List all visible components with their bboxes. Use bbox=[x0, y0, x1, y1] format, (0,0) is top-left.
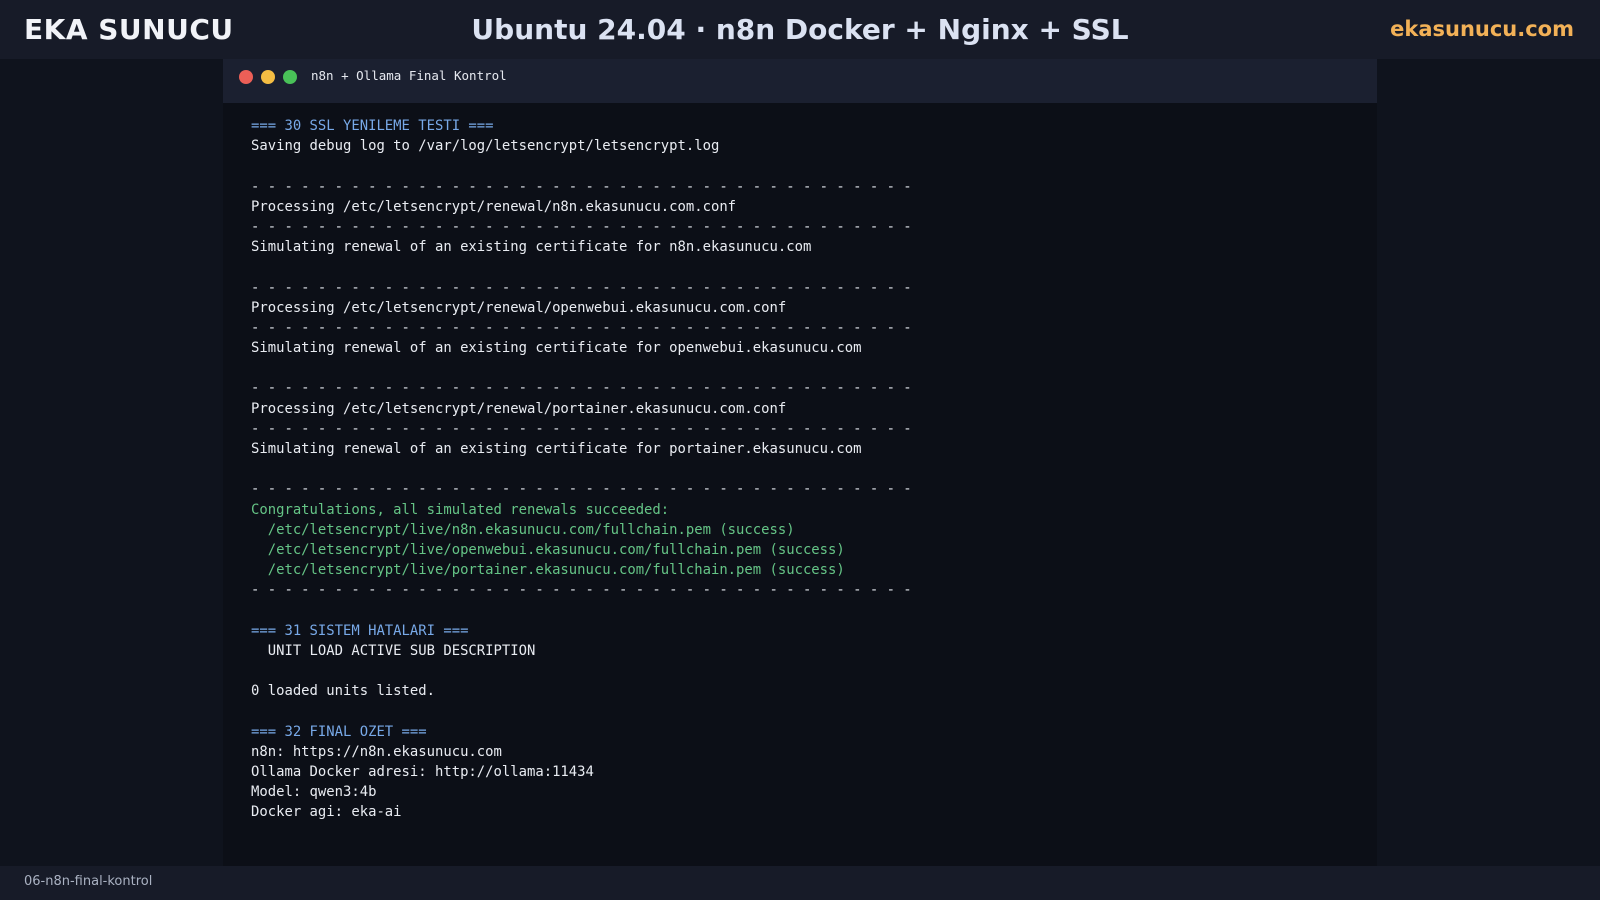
terminal-line: Processing /etc/letsencrypt/renewal/port… bbox=[251, 400, 787, 417]
terminal-line: Model: qwen3:4b bbox=[251, 784, 377, 801]
terminal-line: Simulating renewal of an existing certif… bbox=[251, 239, 812, 256]
terminal-window-title: n8n + Ollama Final Kontrol bbox=[311, 68, 507, 83]
terminal-line: Ollama Docker adresi: http://ollama:1143… bbox=[251, 764, 594, 780]
terminal-line: /etc/letsencrypt/live/portainer.ekasunuc… bbox=[251, 562, 845, 579]
terminal-line: n8n: https://n8n.ekasunucu.com bbox=[251, 743, 502, 760]
minimize-window-dot-icon[interactable] bbox=[261, 70, 275, 84]
terminal-section-heading: === 31 SISTEM HATALARI === bbox=[251, 622, 469, 639]
terminal-window: n8n + Ollama Final Kontrol === 30 SSL YE… bbox=[223, 59, 1377, 866]
terminal-separator-line: - - - - - - - - - - - - - - - - - - - - … bbox=[251, 582, 912, 599]
terminal-title-bar: n8n + Ollama Final Kontrol bbox=[223, 59, 1377, 103]
terminal-line: UNIT LOAD ACTIVE SUB DESCRIPTION bbox=[251, 642, 536, 659]
site-link[interactable]: ekasunucu.com bbox=[1390, 17, 1574, 41]
terminal-separator-line: - - - - - - - - - - - - - - - - - - - - … bbox=[251, 420, 912, 437]
footer-label: 06-n8n-final-kontrol bbox=[24, 874, 153, 889]
terminal-separator-line: - - - - - - - - - - - - - - - - - - - - … bbox=[251, 279, 912, 296]
terminal-separator-line: - - - - - - - - - - - - - - - - - - - - … bbox=[251, 481, 912, 498]
terminal-line: Processing /etc/letsencrypt/renewal/n8n.… bbox=[251, 198, 737, 215]
terminal-line: Docker agi: eka-ai bbox=[251, 804, 402, 821]
terminal-line: Simulating renewal of an existing certif… bbox=[251, 441, 862, 457]
terminal-line: /etc/letsencrypt/live/n8n.ekasunucu.com/… bbox=[251, 521, 795, 538]
terminal-separator-line: - - - - - - - - - - - - - - - - - - - - … bbox=[251, 380, 912, 397]
page-title: Ubuntu 24.04 · n8n Docker + Nginx + SSL bbox=[471, 13, 1129, 46]
close-window-dot-icon[interactable] bbox=[239, 70, 253, 84]
terminal-section-heading: === 32 FINAL OZET === bbox=[251, 723, 427, 740]
footer-bar: 06-n8n-final-kontrol bbox=[0, 866, 1600, 900]
terminal-line: Simulating renewal of an existing certif… bbox=[251, 340, 862, 357]
terminal-line: 0 loaded units listed. bbox=[251, 683, 435, 700]
terminal-separator-line: - - - - - - - - - - - - - - - - - - - - … bbox=[251, 218, 912, 235]
terminal-line: Processing /etc/letsencrypt/renewal/open… bbox=[251, 299, 787, 316]
terminal-separator-line: - - - - - - - - - - - - - - - - - - - - … bbox=[251, 178, 912, 195]
top-bar: EKA SUNUCU Ubuntu 24.04 · n8n Docker + N… bbox=[0, 0, 1600, 59]
maximize-window-dot-icon[interactable] bbox=[283, 70, 297, 84]
terminal-line: Congratulations, all simulated renewals … bbox=[251, 501, 670, 518]
terminal-line: Saving debug log to /var/log/letsencrypt… bbox=[251, 138, 720, 155]
terminal-output: === 30 SSL YENILEME TESTI === Saving debu… bbox=[251, 116, 1351, 823]
terminal-separator-line: - - - - - - - - - - - - - - - - - - - - … bbox=[251, 319, 912, 336]
page: EKA SUNUCU Ubuntu 24.04 · n8n Docker + N… bbox=[0, 0, 1600, 900]
terminal-line: /etc/letsencrypt/live/openwebui.ekasunuc… bbox=[251, 541, 845, 558]
terminal-section-heading: === 30 SSL YENILEME TESTI === bbox=[251, 118, 494, 134]
